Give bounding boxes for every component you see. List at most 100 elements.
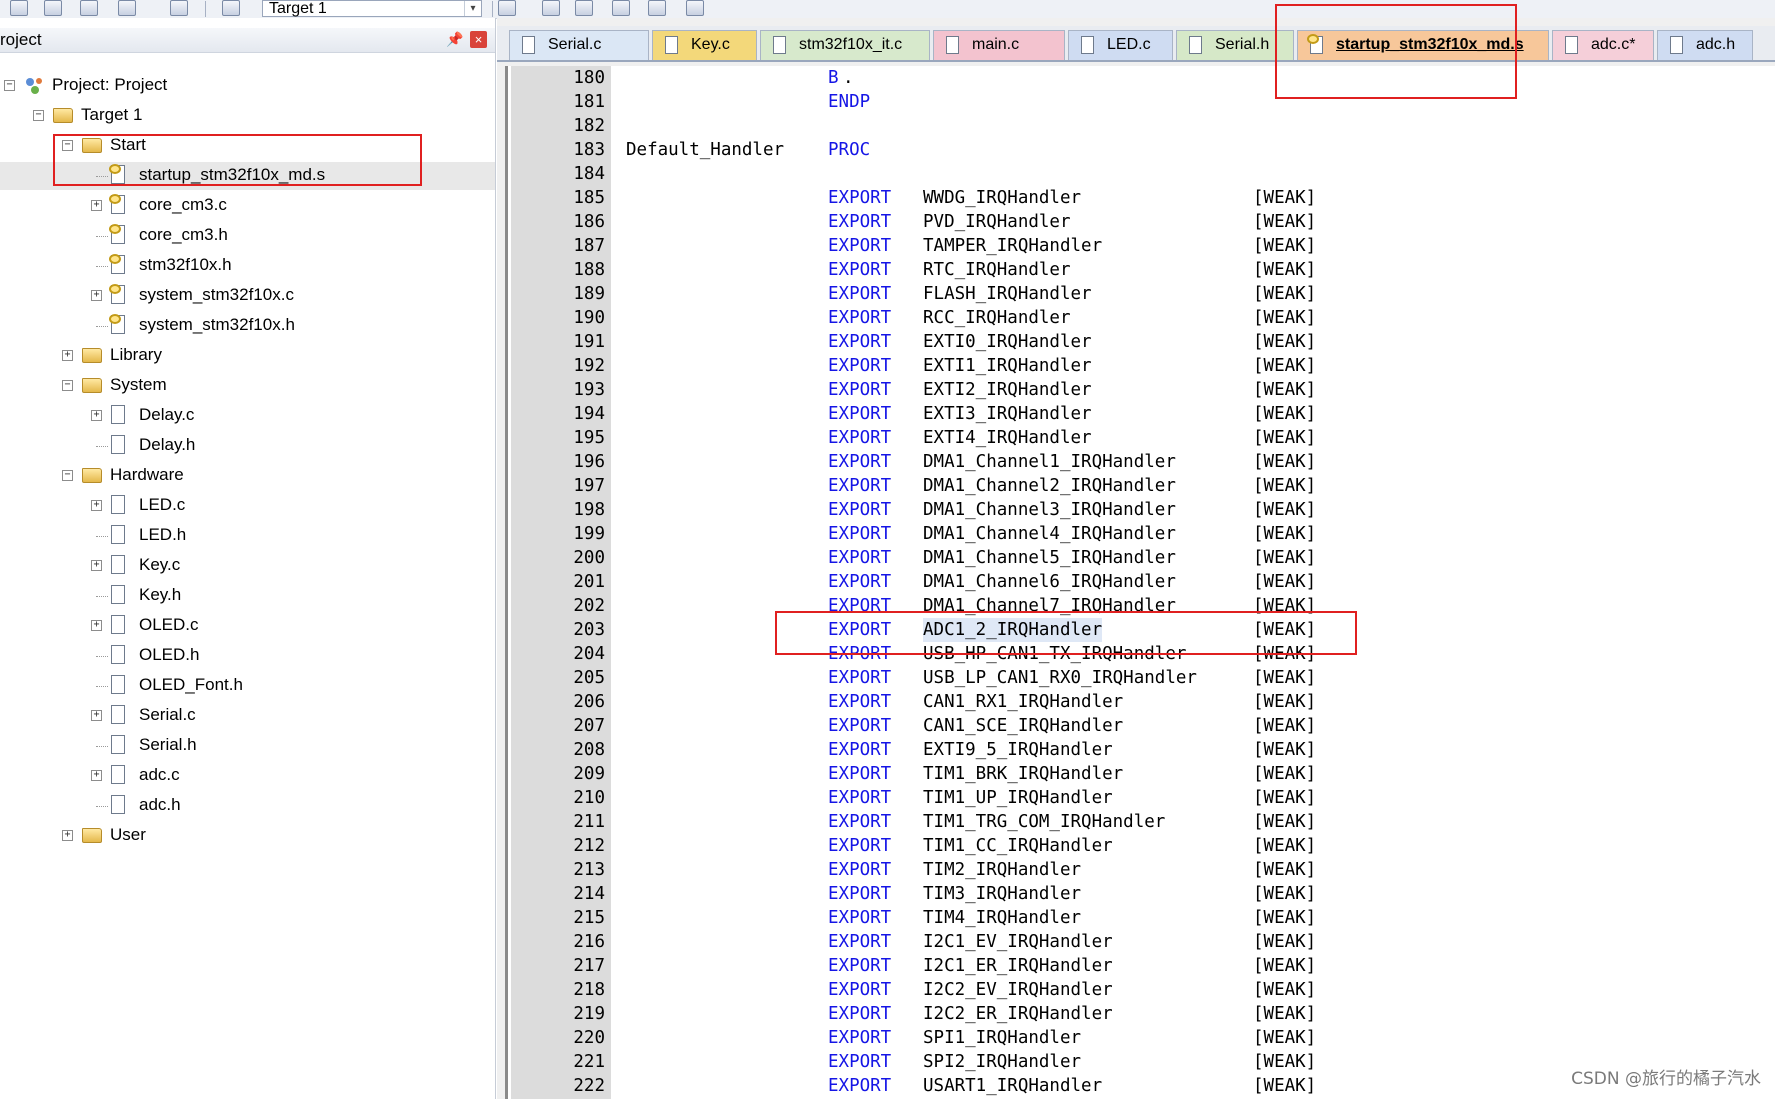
code-line: 208 EXPORT EXTI9_5_IRQHandler [WEAK]	[508, 738, 1775, 762]
code-keyword: EXPORT	[828, 980, 892, 1000]
line-number: 208	[573, 740, 605, 760]
tree-item-user[interactable]: + User	[0, 822, 495, 850]
tree-item-stm32f10x-h[interactable]: stm32f10x.h	[0, 252, 495, 280]
run-icon[interactable]	[612, 0, 630, 16]
code-symbol: EXTI4_IRQHandler	[923, 428, 1092, 448]
stop-build-icon[interactable]	[118, 0, 136, 16]
code-line: 197 EXPORT DMA1_Channel2_IRQHandler [WEAK]	[508, 474, 1775, 498]
batch-build-icon[interactable]	[80, 0, 98, 16]
rebuild-icon[interactable]	[44, 0, 62, 16]
debug-icon[interactable]	[648, 0, 666, 16]
expand-icon[interactable]: +	[91, 200, 102, 211]
tree-item-label: OLED.h	[139, 645, 200, 664]
code-line: 194 EXPORT EXTI3_IRQHandler [WEAK]	[508, 402, 1775, 426]
tree-item-project-project[interactable]: − Project: Project	[0, 72, 495, 100]
code-line: 214 EXPORT TIM3_IRQHandler [WEAK]	[508, 882, 1775, 906]
code-line: 209 EXPORT TIM1_BRK_IRQHandler [WEAK]	[508, 762, 1775, 786]
tree-item-oled-font-h[interactable]: OLED_Font.h	[0, 672, 495, 700]
code-keyword: EXPORT	[828, 956, 892, 976]
expand-icon[interactable]: +	[91, 770, 102, 781]
code-symbol: DMA1_Channel1_IRQHandler	[923, 452, 1176, 472]
tree-item-label: Library	[110, 345, 162, 364]
code-attribute: [WEAK]	[1253, 932, 1317, 952]
tree-item-core-cm3-c[interactable]: + core_cm3.c	[0, 192, 495, 220]
tree-item-serial-c[interactable]: + Serial.c	[0, 702, 495, 730]
tree-item-key-h[interactable]: Key.h	[0, 582, 495, 610]
target-select-value: Target 1	[269, 0, 327, 17]
pin-icon[interactable]: 📌	[446, 31, 463, 48]
tree-item-core-cm3-h[interactable]: core_cm3.h	[0, 222, 495, 250]
tree-item-adc-c[interactable]: + adc.c	[0, 762, 495, 790]
tree-item-key-c[interactable]: + Key.c	[0, 552, 495, 580]
code-symbol: TIM1_BRK_IRQHandler	[923, 764, 1124, 784]
target-options-icon[interactable]	[498, 0, 516, 16]
tab-led-c[interactable]: LED.c	[1068, 30, 1173, 60]
line-number: 196	[573, 452, 605, 472]
expand-icon[interactable]: +	[91, 290, 102, 301]
collapse-icon[interactable]: −	[33, 110, 44, 121]
expand-icon[interactable]: +	[62, 830, 73, 841]
code-attribute: [WEAK]	[1253, 500, 1317, 520]
code-attribute: [WEAK]	[1253, 1076, 1317, 1096]
tab-key-c[interactable]: Key.c	[652, 30, 757, 60]
tree-item-library[interactable]: + Library	[0, 342, 495, 370]
tree-connector	[96, 686, 108, 687]
tree-item-serial-h[interactable]: Serial.h	[0, 732, 495, 760]
expand-icon[interactable]: +	[91, 560, 102, 571]
code-line: 217 EXPORT I2C1_ER_IRQHandler [WEAK]	[508, 954, 1775, 978]
tree-item-target-1[interactable]: − Target 1	[0, 102, 495, 130]
code-attribute: [WEAK]	[1253, 404, 1317, 424]
tab-adc-c[interactable]: adc.c*	[1552, 30, 1654, 60]
line-number: 199	[573, 524, 605, 544]
download-icon[interactable]	[170, 0, 188, 16]
tree-item-system-stm32f10x-h[interactable]: system_stm32f10x.h	[0, 312, 495, 340]
tree-item-adc-h[interactable]: adc.h	[0, 792, 495, 820]
expand-icon[interactable]: +	[91, 620, 102, 631]
tree-item-label: system_stm32f10x.c	[139, 285, 294, 304]
tree-item-system[interactable]: − System	[0, 372, 495, 400]
tab-stm32f10x-it-c[interactable]: stm32f10x_it.c	[760, 30, 930, 60]
line-number: 180	[573, 68, 605, 88]
tree-item-oled-c[interactable]: + OLED.c	[0, 612, 495, 640]
code-symbol: TIM1_TRG_COM_IRQHandler	[923, 812, 1166, 832]
expand-icon[interactable]: +	[91, 710, 102, 721]
code-attribute: [WEAK]	[1253, 740, 1317, 760]
code-symbol: RTC_IRQHandler	[923, 260, 1071, 280]
tab-adc-h[interactable]: adc.h	[1657, 30, 1753, 60]
tree-item-system-stm32f10x-c[interactable]: + system_stm32f10x.c	[0, 282, 495, 310]
collapse-icon[interactable]: −	[4, 80, 15, 91]
code-attribute: [WEAK]	[1253, 212, 1317, 232]
collapse-icon[interactable]: −	[62, 380, 73, 391]
tree-item-delay-h[interactable]: Delay.h	[0, 432, 495, 460]
code-symbol: TIM1_UP_IRQHandler	[923, 788, 1113, 808]
code-editor[interactable]: 180 B. 181 ENDP 182 183 Default_Handler PROC 184…	[505, 66, 1775, 1099]
chevron-down-icon[interactable]: ▾	[464, 1, 481, 16]
tree-item-led-c[interactable]: + LED.c	[0, 492, 495, 520]
expand-icon[interactable]: +	[91, 410, 102, 421]
line-number: 219	[573, 1004, 605, 1024]
expand-icon[interactable]: +	[62, 350, 73, 361]
locked-file-icon	[109, 284, 125, 304]
collapse-icon[interactable]: −	[62, 470, 73, 481]
config-icon[interactable]	[686, 0, 704, 16]
code-line: 212 EXPORT TIM1_CC_IRQHandler [WEAK]	[508, 834, 1775, 858]
code-line: 192 EXPORT EXTI1_IRQHandler [WEAK]	[508, 354, 1775, 378]
tab-label: Key.c	[691, 36, 730, 53]
tree-item-led-h[interactable]: LED.h	[0, 522, 495, 550]
line-number: 186	[573, 212, 605, 232]
code-attribute: [WEAK]	[1253, 572, 1317, 592]
load-icon[interactable]	[222, 0, 240, 16]
close-icon[interactable]: ×	[470, 31, 487, 48]
target-select[interactable]: Target 1 ▾	[262, 0, 482, 17]
build-icon[interactable]	[10, 0, 28, 16]
tree-item-delay-c[interactable]: + Delay.c	[0, 402, 495, 430]
manage-components-icon[interactable]	[542, 0, 560, 16]
tab-main-c[interactable]: main.c	[933, 30, 1065, 60]
expand-icon[interactable]: +	[91, 500, 102, 511]
tree-item-oled-h[interactable]: OLED.h	[0, 642, 495, 670]
tree-item-hardware[interactable]: − Hardware	[0, 462, 495, 490]
pack-installer-icon[interactable]	[575, 0, 593, 16]
tab-serial-c[interactable]: Serial.c	[509, 30, 649, 60]
line-number: 204	[573, 644, 605, 664]
file-icon	[111, 705, 125, 724]
